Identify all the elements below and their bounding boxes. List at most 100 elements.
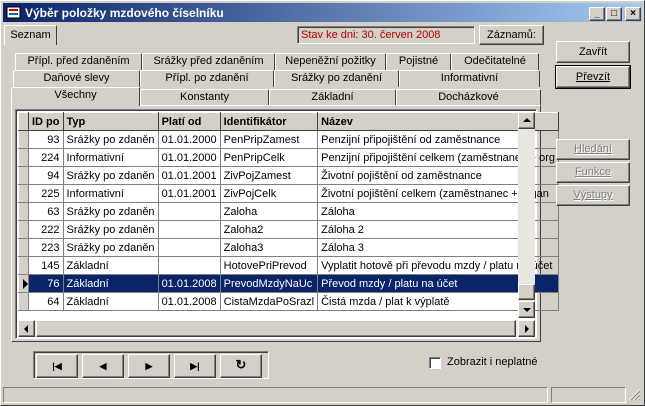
cell-plati-od[interactable] <box>158 238 221 257</box>
items-grid[interactable]: ID po Typ Platí od Identifikátor Název 9… <box>15 109 559 339</box>
scroll-left-button[interactable] <box>18 320 35 337</box>
row-indicator[interactable] <box>18 148 29 167</box>
horizontal-scrollbar[interactable] <box>18 320 535 337</box>
tab-pojistne[interactable]: Pojistné <box>386 53 451 70</box>
nav-first-button[interactable]: |◀ <box>36 354 78 378</box>
tab-nepenezni-pozitky[interactable]: Nepeněžní požitky <box>275 53 386 70</box>
column-header-id[interactable]: ID po <box>28 112 64 131</box>
column-header-identifikator[interactable]: Identifikátor <box>219 112 319 131</box>
row-indicator[interactable] <box>18 130 29 149</box>
close-button[interactable]: × <box>625 7 641 21</box>
table-row[interactable]: 63 Srážky po zdaněn Zaloha Záloha <box>18 202 559 221</box>
close-dialog-button[interactable]: Zavřít <box>556 41 630 63</box>
cell-identifikator[interactable]: PrevodMzdyNaUc <box>220 274 319 293</box>
cell-identifikator[interactable]: PenPripZamest <box>220 130 319 149</box>
cell-plati-od[interactable]: 01.01.2001 <box>158 166 221 185</box>
row-indicator[interactable] <box>18 238 29 257</box>
row-indicator[interactable] <box>18 166 29 185</box>
cell-identifikator[interactable]: HotovePriPrevod <box>220 256 319 275</box>
cell-typ[interactable]: Základní <box>63 292 159 311</box>
minimize-button[interactable]: _ <box>589 7 605 21</box>
accept-button[interactable]: Převzít <box>555 65 631 89</box>
cell-plati-od[interactable] <box>158 202 221 221</box>
nav-refresh-button[interactable]: ↻ <box>220 354 262 378</box>
cell-id[interactable]: 64 <box>28 292 64 311</box>
cell-plati-od[interactable]: 01.01.2001 <box>158 184 221 203</box>
cell-plati-od[interactable]: 01.01.2000 <box>158 148 221 167</box>
cell-typ[interactable]: Srážky po zdaněn <box>63 220 159 239</box>
cell-identifikator[interactable]: ZivPojCelk <box>220 184 319 203</box>
tab-pripl-pred-zdanenim[interactable]: Přípl. před zdaněním <box>15 53 142 70</box>
row-indicator[interactable] <box>18 256 29 275</box>
cell-id[interactable]: 93 <box>28 130 64 149</box>
cell-id[interactable]: 94 <box>28 166 64 185</box>
show-invalid-label[interactable]: Zobrazit i neplatné <box>447 356 538 368</box>
tab-srazky-po-zdaneni[interactable]: Srážky po zdanění <box>274 70 399 87</box>
row-indicator[interactable] <box>18 292 29 311</box>
functions-button[interactable]: Funkce <box>556 162 630 183</box>
scroll-down-button[interactable] <box>518 301 535 318</box>
cell-identifikator[interactable]: Zaloha3 <box>220 238 319 257</box>
table-row[interactable]: 224 Informativní 01.01.2000 PenPripCelk Penz… <box>18 148 559 167</box>
table-row[interactable]: 64 Základní 01.01.2008 CistaMzdaPoSrazl Čist… <box>18 292 559 311</box>
table-row[interactable]: 223 Srážky po zdaněn Zaloha3 Záloha 3 <box>18 238 559 257</box>
nav-next-button[interactable]: ▶ <box>128 354 170 378</box>
search-button[interactable]: Hledání <box>556 139 630 160</box>
maximize-button[interactable]: □ <box>606 7 622 21</box>
scroll-thumb[interactable] <box>518 284 535 300</box>
table-row[interactable]: 145 Základní HotovePriPrevod Vyplatit hotov… <box>18 256 559 275</box>
cell-id[interactable]: 63 <box>28 202 64 221</box>
row-indicator[interactable] <box>18 202 29 221</box>
tab-srazky-pred-zdanenim[interactable]: Srážky před zdaněním <box>142 53 275 70</box>
cell-typ[interactable]: Informativní <box>63 184 159 203</box>
cell-plati-od[interactable]: 01.01.2008 <box>158 292 221 311</box>
cell-typ[interactable]: Srážky po zdaněn <box>63 130 159 149</box>
cell-plati-od[interactable] <box>158 256 221 275</box>
column-header-typ[interactable]: Typ <box>62 112 159 131</box>
tab-konstanty[interactable]: Konstanty <box>140 89 269 106</box>
table-row[interactable]: 222 Srážky po zdaněn Zaloha2 Záloha 2 <box>18 220 559 239</box>
nav-prev-button[interactable]: ◀ <box>82 354 124 378</box>
cell-identifikator[interactable]: Zaloha2 <box>220 220 319 239</box>
nav-last-button[interactable]: ▶| <box>174 354 216 378</box>
table-row[interactable]: 76 Základní 01.01.2008 PrevodMzdyNaUc Převod… <box>18 274 559 293</box>
table-row[interactable]: 94 Srážky po zdaněn 01.01.2001 ZivPojZamest… <box>18 166 559 185</box>
cell-id[interactable]: 223 <box>28 238 64 257</box>
row-indicator[interactable] <box>18 220 29 239</box>
cell-typ[interactable]: Srážky po zdaněn <box>63 202 159 221</box>
table-row[interactable]: 225 Informativní 01.01.2001 ZivPojCelk Život… <box>18 184 559 203</box>
cell-id[interactable]: 145 <box>28 256 64 275</box>
cell-typ[interactable]: Srážky po zdaněn <box>63 166 159 185</box>
cell-id[interactable]: 76 <box>28 274 64 293</box>
tab-odecitatelne[interactable]: Odečitatelné <box>451 53 539 70</box>
table-row[interactable]: 93 Srážky po zdaněn 01.01.2000 PenPripZames… <box>18 130 559 149</box>
tab-dochazkove[interactable]: Docházkové <box>396 89 541 106</box>
cell-id[interactable]: 225 <box>28 184 64 203</box>
cell-plati-od[interactable]: 01.01.2000 <box>158 130 221 149</box>
scroll-up-button[interactable] <box>518 112 535 129</box>
cell-typ[interactable]: Základní <box>63 256 159 275</box>
vertical-scrollbar[interactable] <box>518 112 535 318</box>
outputs-button[interactable]: Výstupy <box>556 185 630 206</box>
tab-danove-slevy[interactable]: Daňové slevy <box>13 70 140 87</box>
cell-identifikator[interactable]: Zaloha <box>220 202 319 221</box>
cell-id[interactable]: 222 <box>28 220 64 239</box>
tab-seznam[interactable]: Seznam <box>4 25 57 45</box>
show-invalid-checkbox[interactable] <box>429 357 441 369</box>
cell-id[interactable]: 224 <box>28 148 64 167</box>
tab-vsechny[interactable]: Všechny <box>11 87 140 106</box>
cell-typ[interactable]: Informativní <box>63 148 159 167</box>
scroll-right-button[interactable] <box>518 320 535 337</box>
cell-identifikator[interactable]: PenPripCelk <box>220 148 319 167</box>
cell-plati-od[interactable] <box>158 220 221 239</box>
row-indicator[interactable] <box>18 274 29 293</box>
cell-identifikator[interactable]: ZivPojZamest <box>220 166 319 185</box>
row-indicator[interactable] <box>18 184 29 203</box>
hscroll-thumb[interactable] <box>36 320 516 337</box>
cell-plati-od[interactable]: 01.01.2008 <box>158 274 221 293</box>
cell-typ[interactable]: Základní <box>63 274 159 293</box>
cell-typ[interactable]: Srážky po zdaněn <box>63 238 159 257</box>
tab-zakladni[interactable]: Základní <box>269 89 396 106</box>
zaznamu-button[interactable]: Záznamů: <box>479 25 544 45</box>
column-header-plati-od[interactable]: Platí od <box>157 112 221 131</box>
